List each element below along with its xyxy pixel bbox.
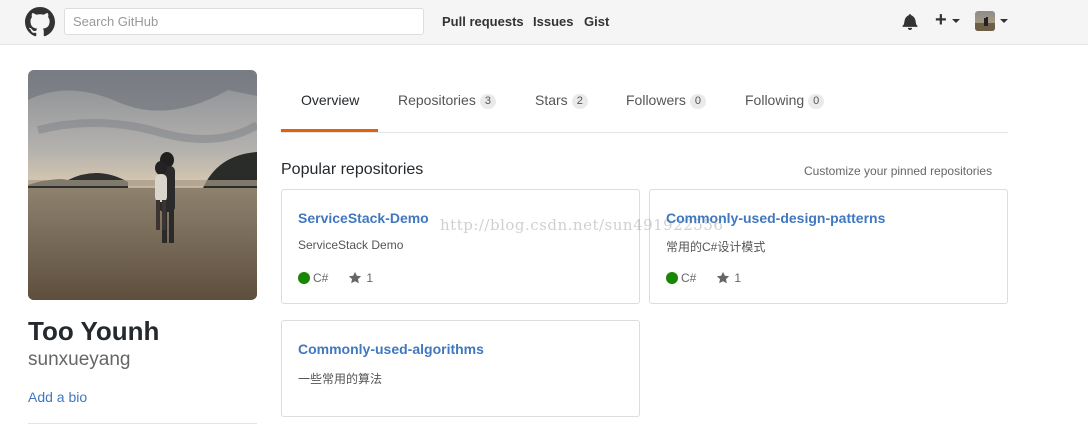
bell-icon[interactable] (902, 13, 918, 30)
nav-pull-requests[interactable]: Pull requests (442, 14, 524, 29)
repo-star-count[interactable]: 1 (366, 271, 373, 285)
tab-counter: 0 (808, 94, 825, 109)
tab-followers[interactable]: Followers 0 (626, 92, 707, 109)
pinned-repo-card: Commonly-used-design-patterns 常用的C#设计模式 … (649, 189, 1008, 304)
tab-label: Overview (301, 92, 360, 108)
repo-description: ServiceStack Demo (298, 238, 404, 252)
star-icon[interactable] (348, 271, 362, 285)
github-mark-icon[interactable] (25, 7, 55, 37)
search-input[interactable] (64, 8, 424, 35)
chevron-down-icon[interactable] (952, 19, 960, 23)
tab-following[interactable]: Following 0 (745, 92, 825, 109)
tab-label: Repositories (398, 92, 476, 108)
repo-name-link[interactable]: Commonly-used-algorithms (298, 341, 484, 357)
tab-counter: 3 (479, 94, 496, 109)
tab-selected-underline (281, 129, 378, 132)
language-color-icon (666, 272, 678, 284)
sidebar-divider (28, 423, 257, 424)
profile-photo (28, 70, 257, 300)
repo-meta: C# 1 (298, 271, 373, 285)
star-icon[interactable] (716, 271, 730, 285)
tab-counter: 0 (689, 94, 707, 109)
profile-fullname: Too Younh (28, 316, 160, 346)
repo-meta: C# 1 (666, 271, 741, 285)
add-bio-link[interactable]: Add a bio (28, 389, 87, 405)
chevron-down-icon[interactable] (1000, 19, 1008, 23)
tab-stars[interactable]: Stars 2 (535, 92, 588, 109)
language-color-icon (298, 272, 310, 284)
tab-overview[interactable]: Overview (301, 92, 359, 108)
profile-username: sunxueyang (28, 349, 131, 370)
plus-icon[interactable]: + (935, 9, 947, 31)
tab-counter: 2 (571, 94, 588, 109)
nav-issues[interactable]: Issues (533, 14, 573, 29)
customize-pins-link[interactable]: Customize your pinned repositories (804, 164, 992, 178)
repo-language: C# (681, 271, 697, 285)
avatar[interactable] (975, 11, 995, 31)
repo-star-count[interactable]: 1 (734, 271, 741, 285)
profile-tabs: Overview Repositories 3 Stars 2 Followers 0… (281, 70, 1008, 133)
tab-label: Stars (535, 92, 568, 108)
pinned-repo-card: Commonly-used-algorithms 一些常用的算法 (281, 320, 640, 417)
top-header: Pull requests Issues Gist + (0, 0, 1088, 45)
repo-language: C# (313, 271, 329, 285)
popular-repositories-title: Popular repositories (281, 161, 424, 178)
tab-label: Following (745, 92, 805, 108)
tab-label: Followers (626, 92, 686, 108)
repo-name-link[interactable]: Commonly-used-design-patterns (666, 210, 885, 226)
profile-avatar[interactable] (28, 70, 257, 300)
tab-repositories[interactable]: Repositories 3 (398, 92, 496, 109)
avatar-photo (975, 17, 995, 31)
repo-name-link[interactable]: ServiceStack-Demo (298, 210, 429, 226)
nav-gist[interactable]: Gist (584, 14, 609, 29)
repo-description: 常用的C#设计模式 (666, 240, 766, 254)
repo-description: 一些常用的算法 (298, 372, 383, 386)
pinned-repo-card: ServiceStack-Demo ServiceStack Demo C# 1 (281, 189, 640, 304)
